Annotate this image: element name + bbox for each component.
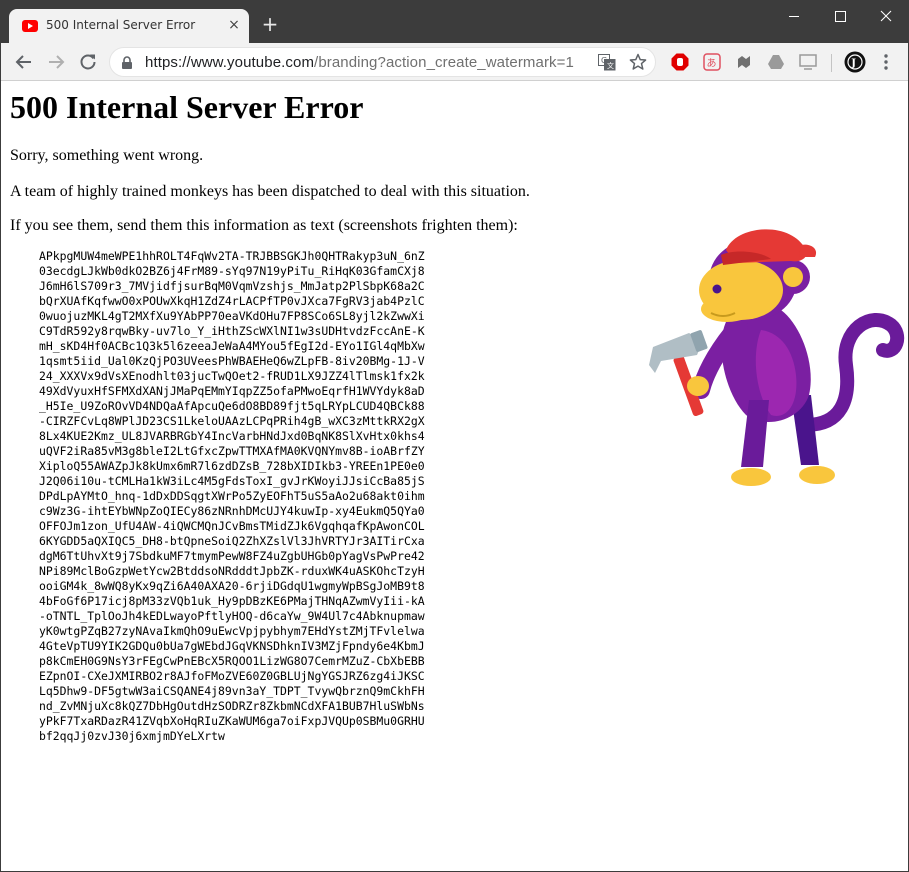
page-content: 500 Internal Server Error Sorry, somethi…: [1, 82, 908, 871]
browser-toolbar: https://www.youtube.com/branding?action_…: [1, 43, 908, 81]
adblock-icon[interactable]: [671, 53, 689, 71]
svg-text:あ: あ: [707, 58, 717, 70]
dictionary-extension-icon[interactable]: あ: [703, 53, 721, 71]
title-bar: 500 Internal Server Error × +: [1, 1, 909, 43]
url-text[interactable]: https://www.youtube.com/branding?action_…: [145, 54, 574, 71]
tab-title: 500 Internal Server Error: [46, 18, 196, 32]
profile-avatar[interactable]: J: [844, 51, 866, 73]
monkeys-message: A team of highly trained monkeys has bee…: [10, 183, 530, 200]
browser-window: 500 Internal Server Error × + https://ww…: [0, 0, 909, 872]
svg-text:J: J: [850, 58, 856, 69]
minimize-icon[interactable]: [771, 1, 817, 33]
tab-active[interactable]: 500 Internal Server Error ×: [9, 9, 249, 43]
tab-close-icon[interactable]: ×: [226, 17, 242, 33]
back-arrow-icon[interactable]: [14, 52, 34, 72]
url-path: /branding?action_create_watermark=1: [314, 54, 574, 71]
address-bar[interactable]: https://www.youtube.com/branding?action_…: [109, 47, 656, 77]
more-menu-icon[interactable]: [878, 53, 894, 71]
forward-arrow-icon[interactable]: [46, 52, 66, 72]
translate-icon[interactable]: G 文: [598, 54, 616, 71]
page-title: 500 Internal Server Error: [10, 89, 364, 125]
url-host: https://www.youtube.com: [145, 54, 315, 71]
bookmark-star-icon[interactable]: [629, 53, 647, 71]
screen-extension-icon[interactable]: [799, 53, 817, 71]
error-trace-code: APkpgMUW4meWPE1hhROLT4FqWv2TA-TRJBBSGKJh…: [39, 249, 425, 743]
puzzle-extension-icon[interactable]: [735, 53, 753, 71]
monkey-with-hammer-illustration: [649, 229, 905, 486]
google-drive-icon[interactable]: [767, 53, 785, 71]
instructions-message: If you see them, send them this informat…: [10, 217, 518, 234]
reload-icon[interactable]: [78, 52, 98, 72]
lock-icon[interactable]: [121, 56, 133, 69]
new-tab-button[interactable]: +: [259, 13, 281, 35]
error-message: Sorry, something went wrong.: [10, 147, 204, 164]
maximize-icon[interactable]: [817, 1, 863, 33]
window-close-icon[interactable]: [863, 1, 909, 33]
toolbar-divider: [831, 54, 832, 72]
svg-text:文: 文: [607, 61, 614, 70]
youtube-icon: [22, 20, 38, 32]
